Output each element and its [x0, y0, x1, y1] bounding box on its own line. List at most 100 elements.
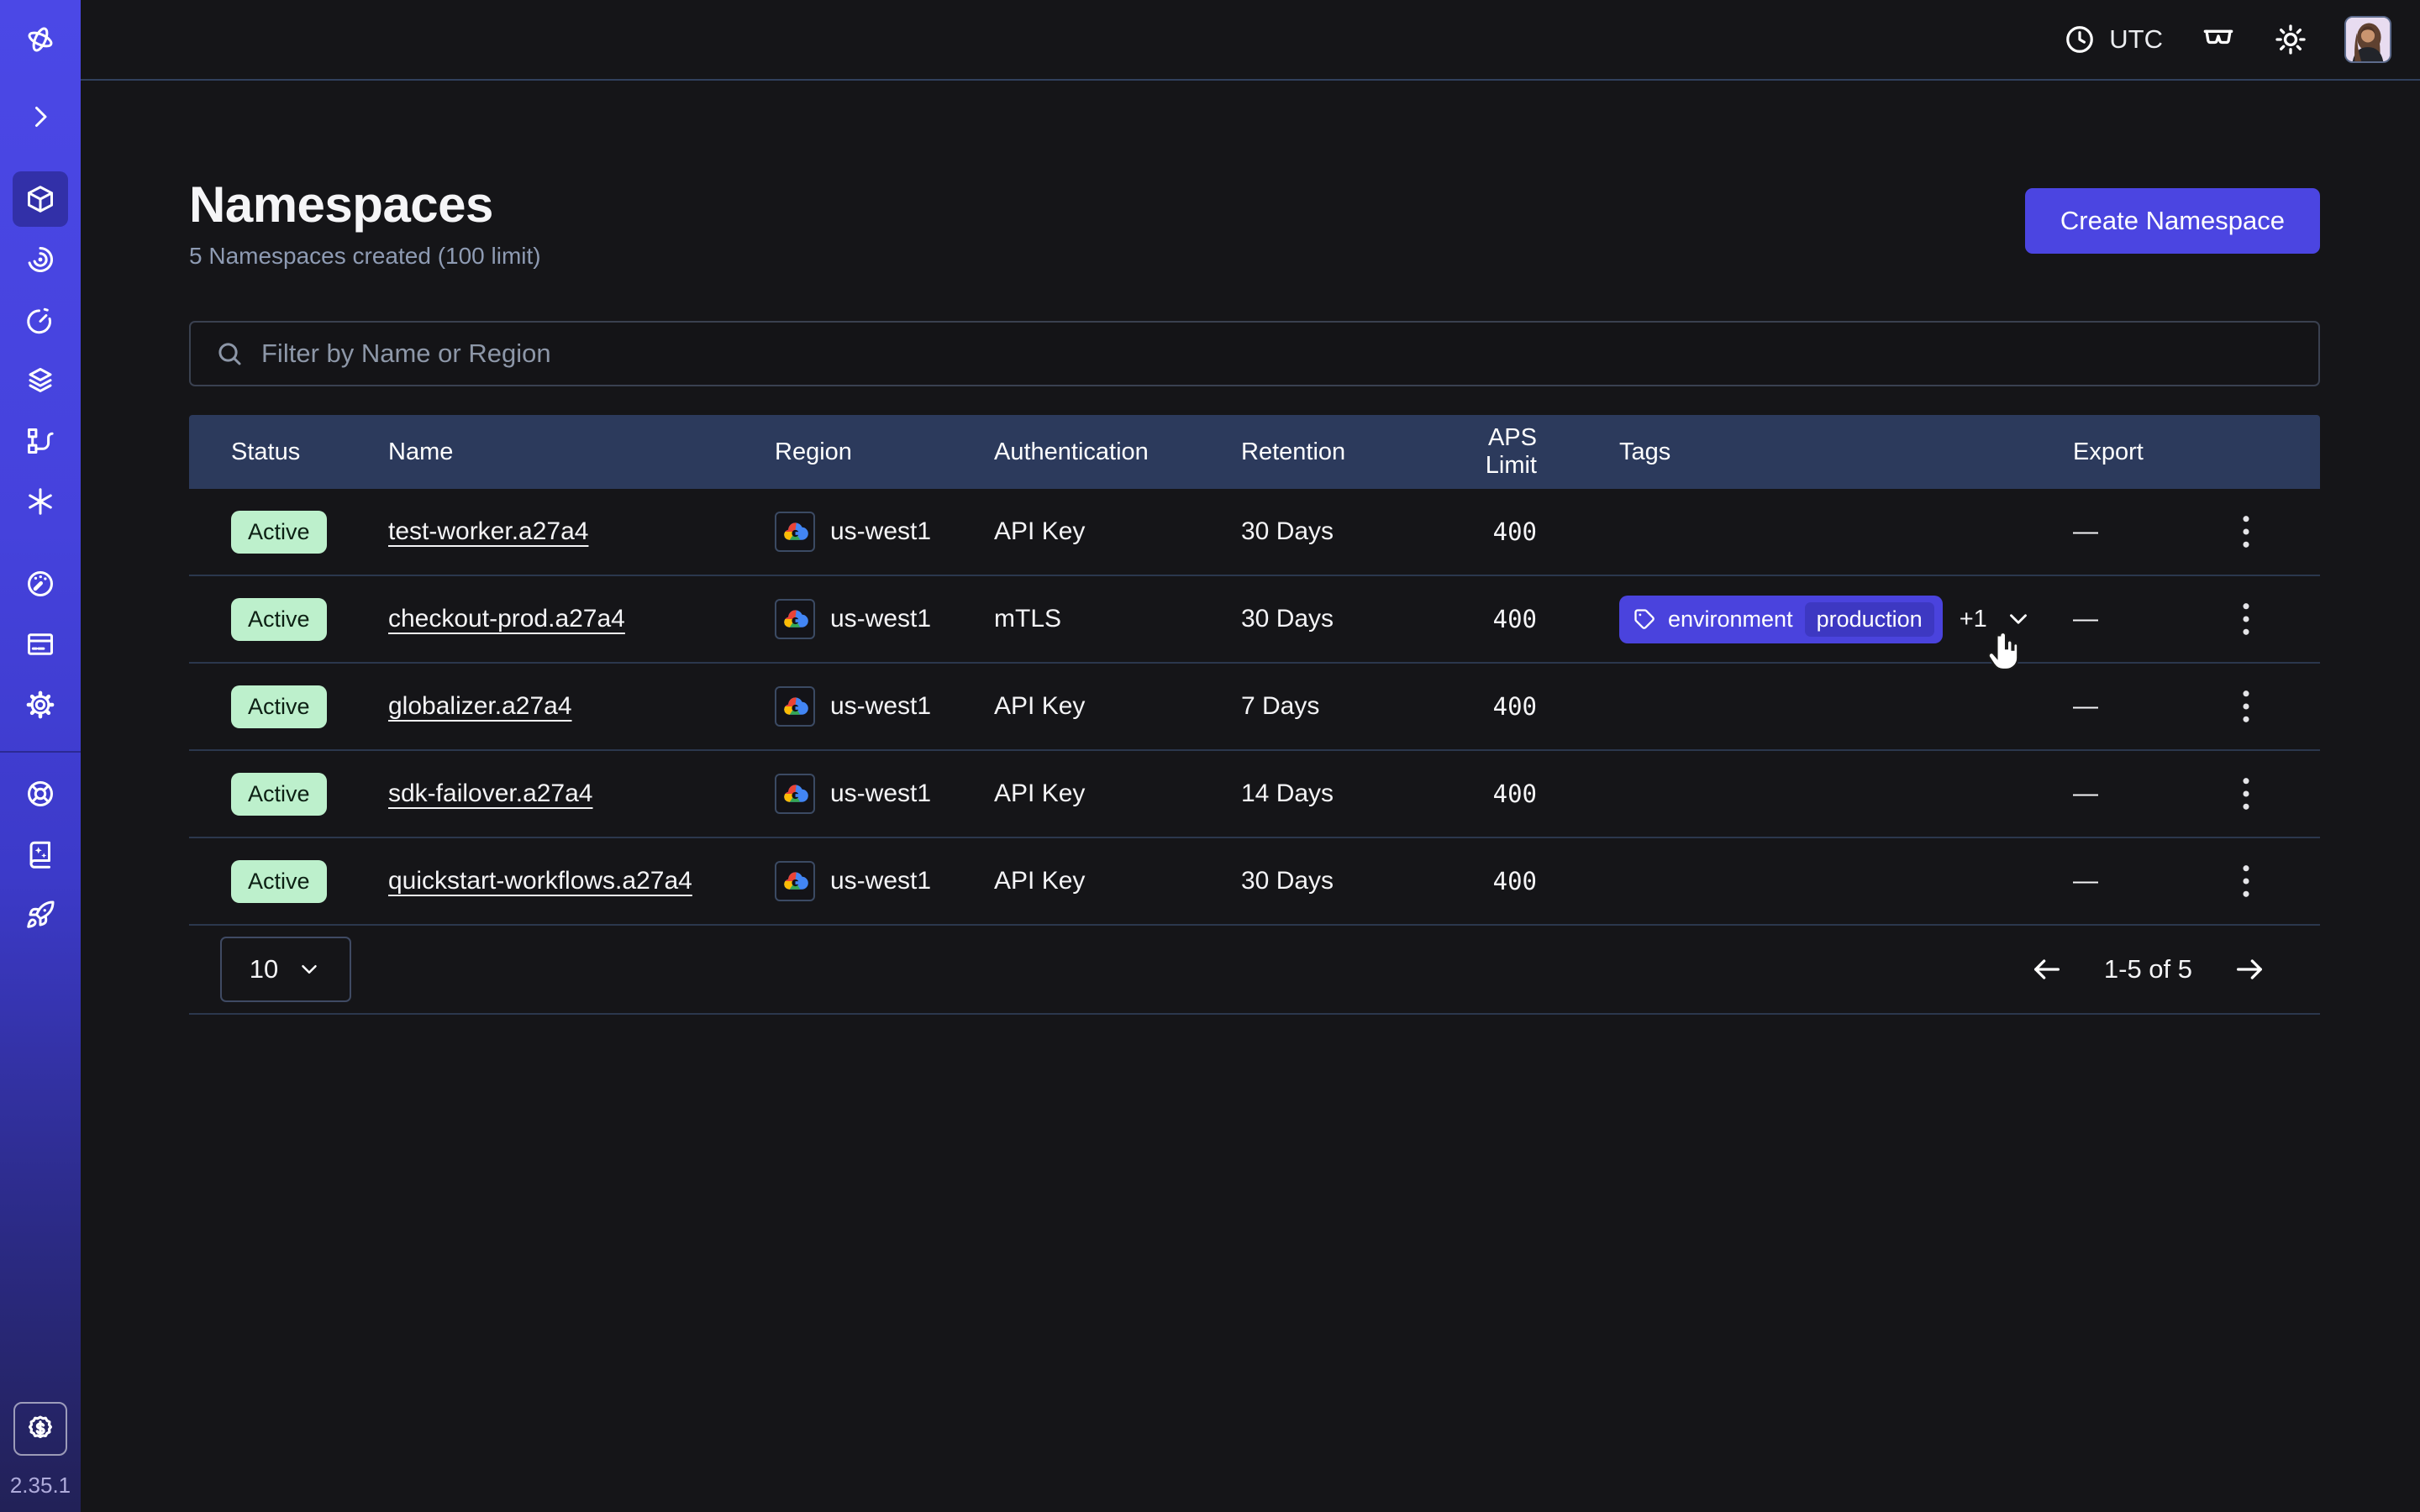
- chevron-down-icon: [2004, 605, 2033, 633]
- sidebar-item-settings[interactable]: [13, 677, 68, 732]
- aps-value: 400: [1434, 517, 1619, 546]
- billing-card-icon: [25, 629, 55, 659]
- sidebar-item-pricing[interactable]: [13, 1402, 67, 1456]
- sidebar-item-docs[interactable]: [13, 827, 68, 882]
- timezone-label: UTC: [2109, 24, 2163, 55]
- table-row: Active checkout-prod.a27a4: [189, 576, 2320, 664]
- sidebar-expand-button[interactable]: [13, 89, 68, 144]
- row-menu-button[interactable]: [2207, 864, 2285, 898]
- table-row: Active test-worker.a27a4: [189, 489, 2320, 576]
- sidebar-item-deployments[interactable]: [13, 353, 68, 408]
- gcp-cloud-icon: [775, 774, 815, 814]
- table-row: Active sdk-failover.a27a4 u: [189, 751, 2320, 838]
- namespace-link[interactable]: globalizer.a27a4: [388, 692, 572, 720]
- chevron-right-icon: [25, 102, 55, 132]
- export-value: —: [2073, 692, 2207, 721]
- sidebar-item-nexus[interactable]: [13, 474, 68, 529]
- auth-value: mTLS: [994, 605, 1241, 633]
- tag-icon: [1633, 607, 1656, 631]
- page-size-value: 10: [250, 954, 278, 984]
- retention-value: 30 Days: [1241, 517, 1434, 546]
- gcp-cloud-icon: [775, 686, 815, 727]
- filter-input[interactable]: [261, 339, 2295, 369]
- aps-value: 400: [1434, 692, 1619, 721]
- sidebar-item-usage[interactable]: [13, 556, 68, 612]
- prev-page-button[interactable]: [2030, 953, 2064, 986]
- temporal-logo[interactable]: [13, 12, 68, 67]
- gcp-cloud-icon: [775, 861, 815, 901]
- export-value: —: [2073, 517, 2207, 546]
- sidebar-item-workflows[interactable]: [13, 232, 68, 287]
- tags-more-count: +1: [1960, 606, 1987, 633]
- chevron-down-icon: [297, 957, 322, 982]
- spiral-icon: [25, 244, 55, 275]
- col-tags: Tags: [1619, 438, 2073, 466]
- region-label: us-west1: [830, 517, 931, 546]
- page-subtitle: 5 Namespaces created (100 limit): [189, 242, 541, 270]
- region-label: us-west1: [830, 692, 931, 721]
- sidebar-item-schedules[interactable]: [13, 292, 68, 348]
- branch-icon: [25, 426, 55, 456]
- tag-chip[interactable]: environment production: [1619, 596, 1943, 643]
- aps-value: 400: [1434, 605, 1619, 633]
- layers-icon: [25, 365, 55, 396]
- status-badge: Active: [231, 598, 327, 641]
- retention-value: 30 Days: [1241, 605, 1434, 633]
- tag-key: environment: [1668, 606, 1793, 633]
- sidebar-item-billing[interactable]: [13, 617, 68, 672]
- col-status: Status: [231, 438, 388, 466]
- auth-value: API Key: [994, 692, 1241, 721]
- sun-icon: [2274, 23, 2307, 56]
- namespace-link[interactable]: sdk-failover.a27a4: [388, 780, 593, 807]
- arrow-left-icon: [2030, 953, 2064, 986]
- avatar-image: [2346, 18, 2390, 61]
- data-masking-button[interactable]: [2200, 23, 2237, 56]
- col-aps-limit: APS Limit: [1434, 424, 1619, 480]
- region-label: us-west1: [830, 605, 931, 633]
- table-header-row: Status Name Region Authentication Retent…: [189, 415, 2320, 489]
- create-namespace-button[interactable]: Create Namespace: [2025, 188, 2320, 254]
- sidebar-item-support[interactable]: [13, 766, 68, 822]
- clock-icon: [2064, 24, 2096, 55]
- page-header: Namespaces 5 Namespaces created (100 lim…: [189, 175, 2320, 270]
- namespaces-table: Status Name Region Authentication Retent…: [189, 415, 2320, 1015]
- namespace-link[interactable]: quickstart-workflows.a27a4: [388, 867, 692, 895]
- export-value: —: [2073, 780, 2207, 808]
- tag-value: production: [1805, 602, 1934, 637]
- aps-value: 400: [1434, 780, 1619, 808]
- sidebar-item-getting-started[interactable]: [13, 887, 68, 942]
- namespace-link[interactable]: test-worker.a27a4: [388, 517, 588, 545]
- auth-value: API Key: [994, 780, 1241, 808]
- gcp-cloud-icon: [775, 599, 815, 639]
- sidebar-item-batch-operations[interactable]: [13, 413, 68, 469]
- main-content: Namespaces 5 Namespaces created (100 lim…: [81, 81, 2420, 1512]
- rocket-icon: [25, 900, 55, 930]
- table-footer: 10 1-5 of 5: [189, 926, 2320, 1015]
- row-menu-button[interactable]: [2207, 777, 2285, 811]
- export-value: —: [2073, 605, 2207, 633]
- glasses-icon: [2200, 23, 2237, 56]
- theme-toggle-button[interactable]: [2274, 23, 2307, 56]
- timezone-button[interactable]: UTC: [2064, 24, 2163, 55]
- sidebar: 2.35.1: [0, 0, 81, 1512]
- auth-value: API Key: [994, 517, 1241, 546]
- region-label: us-west1: [830, 780, 931, 808]
- retention-value: 30 Days: [1241, 867, 1434, 895]
- namespace-link[interactable]: checkout-prod.a27a4: [388, 605, 625, 633]
- arrow-right-icon: [2233, 953, 2266, 986]
- page-size-select[interactable]: 10: [220, 937, 351, 1002]
- row-menu-button[interactable]: [2207, 690, 2285, 723]
- row-menu-button[interactable]: [2207, 602, 2285, 636]
- tags-expand-button[interactable]: [2004, 605, 2033, 633]
- badge-dollar-icon: [24, 1413, 56, 1445]
- sidebar-item-namespaces[interactable]: [13, 171, 68, 227]
- next-page-button[interactable]: [2233, 953, 2266, 986]
- col-name: Name: [388, 438, 775, 466]
- status-badge: Active: [231, 860, 327, 903]
- row-menu-button[interactable]: [2207, 515, 2285, 549]
- col-retention: Retention: [1241, 438, 1434, 466]
- gcp-cloud-icon: [775, 512, 815, 552]
- status-badge: Active: [231, 773, 327, 816]
- user-avatar[interactable]: [2344, 16, 2391, 63]
- status-badge: Active: [231, 685, 327, 728]
